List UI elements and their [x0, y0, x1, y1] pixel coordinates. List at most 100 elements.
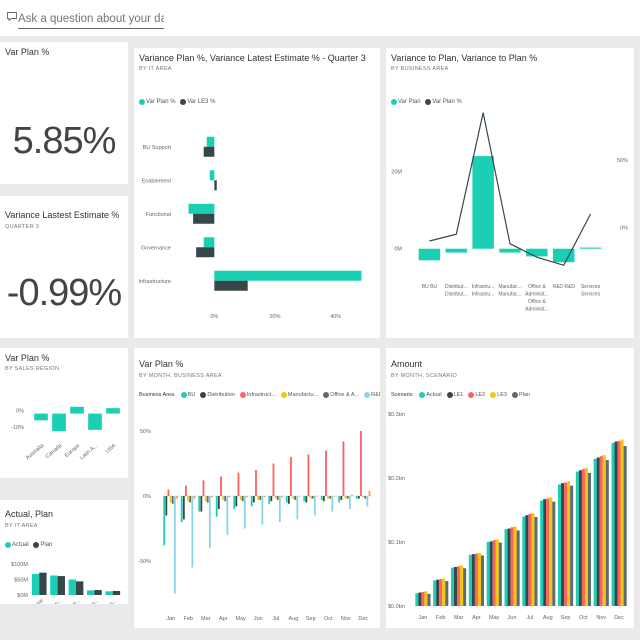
bar-le2	[439, 579, 443, 606]
bar-actual	[451, 567, 455, 606]
bar-office-administration	[241, 496, 244, 502]
y-tick-label: -50%	[138, 559, 151, 565]
actual-plan-tile[interactable]: Actual, Plan BY IT AREA Actual Plan $100…	[0, 500, 128, 604]
bar-actual	[468, 554, 472, 606]
y-tick-label: 0M	[394, 247, 402, 253]
bar-plan	[534, 517, 538, 606]
bar-infrastructure	[325, 450, 327, 496]
bar-le3	[602, 454, 606, 606]
x-tick-label: Jan	[166, 616, 175, 622]
bar-distribution	[287, 496, 290, 504]
bar-distribution	[252, 496, 255, 503]
qa-input[interactable]	[18, 9, 164, 29]
bar-region	[52, 413, 66, 432]
amount-month-tile[interactable]: Amount BY MONTH, SCENARIO Scenario Actua…	[386, 348, 634, 628]
bar-distribution	[322, 496, 325, 502]
y-tick-label: 50%	[140, 429, 151, 435]
bar-region	[106, 408, 120, 414]
bar-services	[263, 496, 266, 498]
bar-infrastructure	[342, 441, 345, 496]
tile-subtitle: QUARTER 3	[5, 224, 40, 230]
bar-le3	[477, 552, 481, 606]
bar-infrastructure	[185, 485, 187, 496]
bar-actual	[522, 516, 526, 606]
x-tick-label: Aug	[288, 616, 298, 622]
x-tick-label: Oct	[579, 615, 588, 621]
bar-manufacturing	[292, 496, 294, 499]
bar-distribution	[200, 496, 203, 512]
x-tick-label: Mar	[454, 615, 464, 621]
bar-var-plan	[203, 237, 215, 248]
bar-distribution	[340, 496, 343, 500]
bar-plan	[112, 590, 121, 595]
bar-bu	[163, 496, 166, 546]
bar-actual	[575, 471, 579, 606]
x-tick-label: 0%	[210, 314, 218, 320]
bar-region	[70, 406, 84, 414]
bar-le3	[584, 467, 588, 606]
x-tick-label: BU Sup...	[43, 598, 63, 604]
bar-plan	[57, 576, 65, 595]
bar-services	[298, 496, 301, 497]
combo-chart: 20M 0M 50% 0% BU BU Distribut... Distribut... I…	[391, 112, 628, 313]
bar-infrastructure	[360, 431, 362, 496]
y2-tick-label: 0%	[620, 226, 628, 232]
bar-le2	[474, 553, 478, 606]
bar-var-le3	[203, 146, 215, 157]
x-tick-label: 20%	[269, 314, 280, 320]
bar-office-administration	[276, 496, 279, 500]
bar-r-d	[208, 496, 211, 548]
x-tick-label: Office &	[528, 299, 546, 305]
bar-office-administration	[259, 496, 262, 500]
variance-business-area-tile[interactable]: Variance to Plan, Variance to Plan % BY …	[386, 48, 634, 338]
bar-office-administration	[171, 496, 174, 504]
bar-r-d	[261, 496, 264, 525]
kpi-var-plan-tile[interactable]: Var Plan % 5.85%	[0, 42, 128, 184]
bar-services	[333, 496, 336, 497]
x-tick-label: Jan	[418, 615, 427, 621]
x-tick-label: USA	[105, 443, 118, 455]
bar-le2	[457, 566, 461, 606]
bar-r-d	[366, 496, 369, 507]
bar-plan	[94, 590, 102, 595]
y2-tick-label: 50%	[617, 158, 628, 164]
bar-plan	[463, 568, 467, 606]
y-tick-label: Governance	[141, 245, 171, 251]
bar-distribution	[357, 496, 360, 499]
var-plan-region-tile[interactable]: Var Plan % BY SALES REGION 0% -10% Austral…	[0, 348, 128, 478]
bar-distribution	[182, 496, 185, 520]
bar-office-administration	[311, 496, 314, 499]
kpi-value: -0.99%	[6, 272, 122, 314]
chat-bubble-icon	[7, 12, 17, 21]
bar-plan	[605, 460, 609, 606]
bar-infrastructure	[255, 470, 257, 496]
bar-var-plan	[472, 156, 494, 249]
bar-r-d	[191, 496, 194, 568]
x-tick-label: Australia	[25, 442, 46, 461]
bar-le3	[567, 481, 571, 606]
bar-r-d	[243, 496, 246, 529]
bar-manufacturing	[169, 496, 172, 503]
bar-var-le3	[214, 280, 248, 291]
var-plan-month-tile[interactable]: Var Plan % BY MONTH, BUSINESS AREA Busin…	[134, 348, 380, 628]
bar-distribution	[217, 496, 220, 509]
y-tick-label: Infrastructure	[139, 279, 171, 285]
x-tick-label: 40%	[330, 314, 341, 320]
x-tick-label: Jul	[526, 615, 533, 621]
bar-actual	[540, 500, 544, 606]
kpi-variance-le-tile[interactable]: Variance Lastest Estimate % QUARTER 3 -0…	[0, 196, 128, 338]
x-tick-label: Canada	[45, 442, 64, 460]
bar-plan	[587, 472, 591, 606]
x-tick-label: BU BU	[422, 284, 438, 290]
bar-le3	[513, 526, 517, 606]
y-tick-label: 0%	[16, 409, 24, 415]
tile-title: Variance Lastest Estimate %	[5, 210, 120, 220]
variance-it-area-tile[interactable]: Variance Plan %, Variance Latest Estimat…	[134, 48, 380, 338]
qa-bar	[0, 0, 640, 36]
bar-actual	[433, 580, 437, 606]
bar-bu	[355, 496, 358, 499]
x-tick-label: Jun	[508, 615, 517, 621]
bar-le3	[460, 565, 464, 606]
bar-plan	[623, 446, 627, 606]
bar-distribution	[165, 496, 168, 516]
